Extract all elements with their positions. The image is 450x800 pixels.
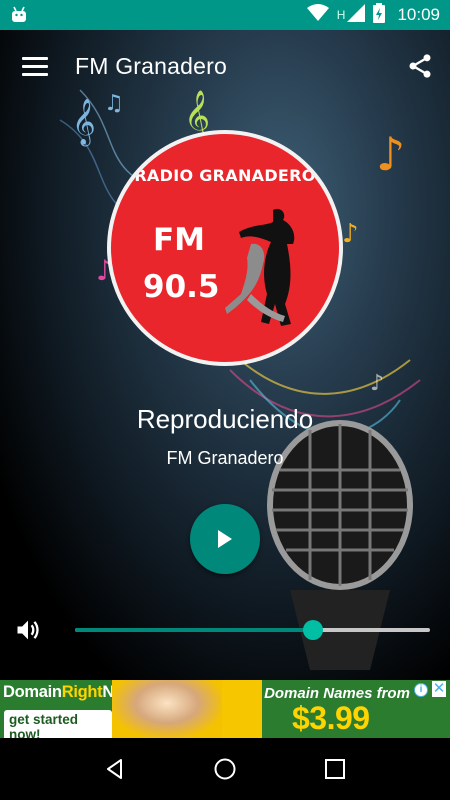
network-type-label: H [336,8,346,22]
volume-slider-thumb[interactable] [302,620,323,640]
station-name: FM Granadero [166,448,284,468]
toolbar: FM Granadero [0,30,450,102]
logo-radio-name: RADIO GRANADERO [134,166,316,185]
svg-text:𝄞: 𝄞 [72,99,96,147]
toolbar-title: FM Granadero [75,52,227,79]
volume-slider[interactable] [75,620,430,640]
svg-text:♪: ♪ [376,127,405,181]
ad-price: $3.99 [292,700,370,736]
svg-text:♪: ♪ [342,219,359,249]
tango-dancers-icon [225,208,295,326]
ad-banner[interactable]: DomainRightNow get started now! Domain N… [0,680,450,738]
ad-cta-button[interactable]: get started now! [4,710,112,738]
station-logo: RADIO GRANADERO FM 90.5 [107,130,343,366]
volume-control [0,612,450,648]
player-screen: 𝄞 ♫ 𝄞 ♪ ♪ ♪ ♪ FM Granadero RADIO GRANADE… [0,30,450,680]
android-debug-icon [10,3,34,27]
play-icon [218,530,232,548]
ad-close-icon[interactable]: ✕ [432,681,446,697]
svg-text:♪: ♪ [370,371,384,396]
status-time: 10:09 [397,5,440,24]
signal-icon [347,3,366,27]
ad-info-icon[interactable]: i [414,683,428,697]
navigation-bar [0,738,450,800]
logo-frequency: 90.5 [143,269,220,305]
logo-band: FM [153,222,206,258]
home-icon[interactable] [205,749,245,789]
volume-slider-fill [75,628,313,632]
ad-brand-panel: DomainRightNow get started now! [0,680,137,738]
hamburger-menu-icon[interactable] [22,53,48,79]
playback-status: Reproduciendo [136,404,314,434]
status-bar: H 10:09 [0,0,450,30]
volume-icon[interactable] [14,616,42,644]
share-icon[interactable] [406,52,434,80]
wifi-icon [306,3,329,27]
recents-icon[interactable] [315,749,355,789]
back-icon[interactable] [95,749,135,789]
ad-photo [112,680,222,738]
play-button[interactable] [190,504,260,574]
battery-charging-icon [373,2,386,28]
